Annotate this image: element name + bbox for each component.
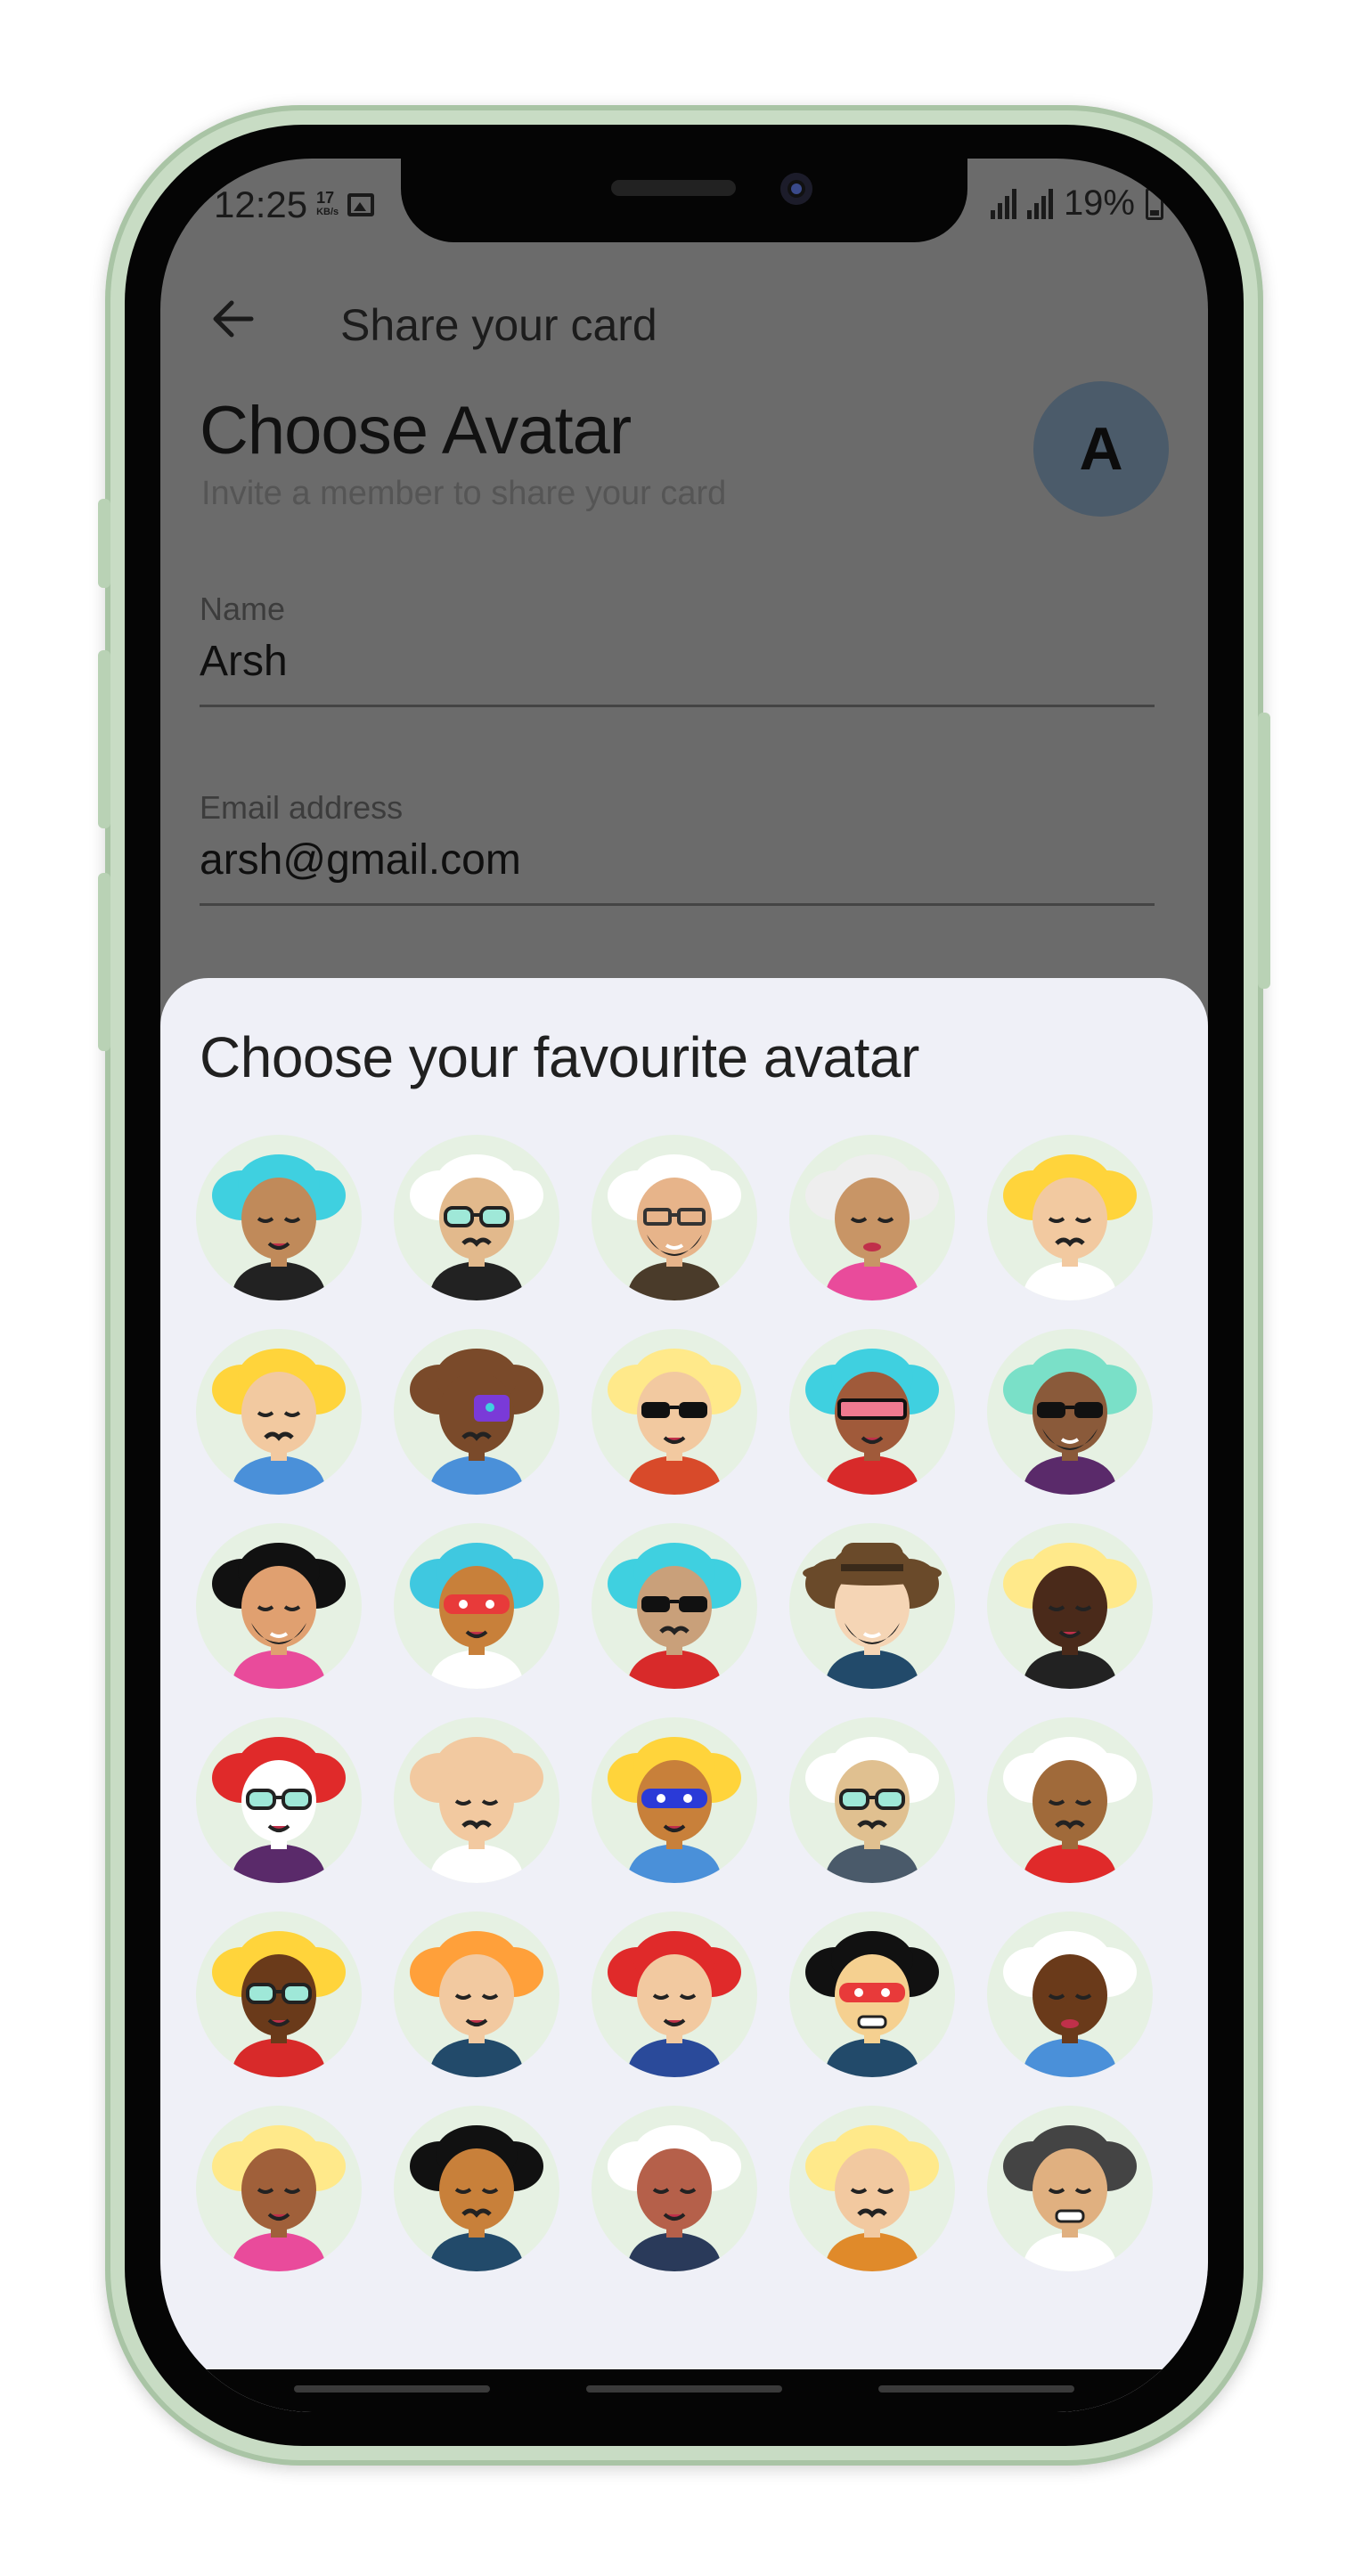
email-value[interactable]: arsh@gmail.com (200, 836, 1155, 884)
email-label: Email address (200, 789, 404, 826)
avatar-option[interactable] (789, 1717, 955, 1883)
avatar-illustration (608, 1543, 741, 1689)
avatar-option[interactable] (196, 1329, 362, 1495)
avatar-illustration (608, 1931, 741, 2077)
app-bar-title: Share your card (340, 300, 657, 350)
avatar-illustration (212, 1931, 346, 2077)
avatar-option[interactable] (592, 2106, 757, 2271)
avatar-option[interactable] (987, 1912, 1153, 2077)
avatar-illustration (410, 1349, 543, 1495)
avatar-illustration (608, 1349, 741, 1495)
side-button (98, 499, 110, 588)
avatar-option[interactable] (592, 1135, 757, 1300)
avatar-option[interactable] (196, 2106, 362, 2271)
avatar-option[interactable] (987, 2106, 1153, 2271)
avatar-option[interactable] (987, 1523, 1153, 1689)
avatar-option[interactable] (394, 1717, 559, 1883)
avatar-illustration (1003, 2125, 1137, 2271)
battery-icon (1146, 187, 1163, 220)
power-button (1258, 713, 1270, 989)
avatar-illustration (608, 1737, 741, 1883)
name-field[interactable]: Name Arsh (200, 591, 1155, 707)
navigation-bar (160, 2369, 1208, 2412)
sheet-title: Choose your favourite avatar (200, 1025, 919, 1089)
status-right: 19% (990, 183, 1163, 224)
notch (401, 159, 967, 242)
avatar-option[interactable] (394, 1912, 559, 2077)
avatar-illustration (608, 2125, 741, 2271)
avatar-illustration (410, 2125, 543, 2271)
avatar-option[interactable] (394, 1329, 559, 1495)
avatar-option[interactable] (789, 1912, 955, 2077)
avatar-illustration (410, 1737, 543, 1883)
status-time: 12:25 (214, 183, 308, 225)
avatar-illustration (803, 1543, 942, 1689)
network-speed: 17 KB/s (316, 189, 339, 219)
avatar-option[interactable] (196, 1912, 362, 2077)
avatar-illustration (1003, 1349, 1137, 1495)
name-label: Name (200, 591, 286, 627)
page-subtitle: Invite a member to share your card (201, 475, 727, 512)
avatar-illustration (212, 1154, 346, 1300)
avatar-illustration (805, 1349, 939, 1495)
gallery-notification-icon (347, 193, 375, 216)
avatar-option[interactable] (592, 1717, 757, 1883)
avatar-illustration (1003, 1737, 1137, 1883)
avatar-option[interactable] (394, 1523, 559, 1689)
avatar-illustration (805, 1737, 939, 1883)
avatar-illustration (212, 2125, 346, 2271)
signal-icon (990, 188, 1016, 219)
avatar-illustration (212, 1543, 346, 1689)
avatar-option[interactable] (196, 1135, 362, 1300)
nav-handle (294, 2385, 490, 2393)
avatar-illustration (1003, 1543, 1137, 1689)
avatar-option[interactable] (592, 1912, 757, 2077)
side-button (98, 650, 110, 828)
avatar-option[interactable] (789, 1523, 955, 1689)
network-speed-unit: KB/s (316, 207, 339, 217)
selected-avatar[interactable]: A (1033, 381, 1169, 517)
avatar-option[interactable] (789, 1135, 955, 1300)
avatar-bottom-sheet: Choose your favourite avatar (160, 978, 1208, 2412)
avatar-illustration (608, 1154, 741, 1300)
avatar-option[interactable] (592, 1329, 757, 1495)
avatar-illustration (410, 1543, 543, 1689)
avatar-illustration (410, 1931, 543, 2077)
front-camera (780, 173, 812, 205)
avatar-option[interactable] (987, 1329, 1153, 1495)
status-left: 12:25 17 KB/s (214, 183, 375, 226)
side-button (98, 873, 110, 1051)
network-speed-value: 17 (316, 189, 335, 207)
avatar-illustration (410, 1154, 543, 1300)
phone-screen: 12:25 17 KB/s 19% Share your card Choose… (160, 159, 1208, 2412)
avatar-option[interactable] (987, 1135, 1153, 1300)
avatar-illustration (805, 2125, 939, 2271)
email-field[interactable]: Email address arsh@gmail.com (200, 789, 1155, 906)
name-value[interactable]: Arsh (200, 637, 1155, 686)
avatar-option[interactable] (394, 1135, 559, 1300)
avatar-illustration (1003, 1154, 1137, 1300)
avatar-option[interactable] (394, 2106, 559, 2271)
avatar-illustration (1003, 1931, 1137, 2077)
nav-handle (878, 2385, 1074, 2393)
avatar-illustration (805, 1931, 939, 2077)
avatar-option[interactable] (789, 2106, 955, 2271)
avatar-option[interactable] (196, 1523, 362, 1689)
back-arrow-icon[interactable] (207, 292, 260, 346)
avatar-option[interactable] (987, 1717, 1153, 1883)
signal-icon (1026, 188, 1053, 219)
battery-percent: 19% (1063, 183, 1135, 223)
avatar-illustration (212, 1349, 346, 1495)
nav-handle (586, 2385, 782, 2393)
avatar-option[interactable] (789, 1329, 955, 1495)
page-title: Choose Avatar (200, 393, 632, 469)
avatar-option[interactable] (196, 1717, 362, 1883)
speaker (611, 180, 736, 196)
avatar-illustration (805, 1154, 939, 1300)
avatar-option[interactable] (592, 1523, 757, 1689)
app-bar: Share your card (160, 265, 1208, 372)
avatar-illustration (212, 1737, 346, 1883)
